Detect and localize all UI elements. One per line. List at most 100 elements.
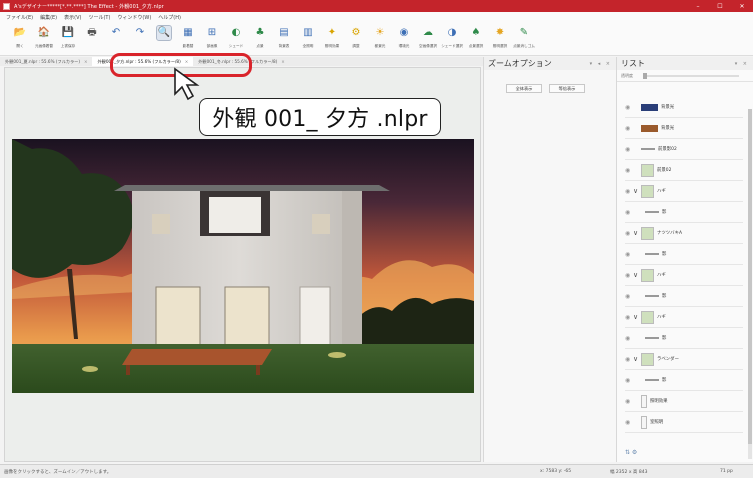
layer-label: 室照明: [650, 420, 664, 425]
toolbar-button-light[interactable]: ▥ 全照明: [296, 26, 320, 49]
close-icon[interactable]: ×: [84, 59, 88, 64]
actual-size-button[interactable]: 等倍表示: [549, 84, 585, 93]
tree-select-icon: ♠: [471, 27, 481, 38]
eye-icon[interactable]: ◉: [625, 314, 633, 321]
toolbar-button-background[interactable]: ▤ 背景表: [272, 26, 296, 49]
layer-list: ◉ 背景光 ◉ 背景光 ◉ 前景影02 ◉ 前景02 ◉ ∨ ハギ ◉ 影 ◉ ∨ ナツツバキA ◉ 影 ◉ ∨ ハギ ◉…: [625, 97, 743, 433]
layer-scrollbar[interactable]: [748, 109, 752, 459]
toolbar-button-shade-select[interactable]: ◑ シェード選択: [440, 26, 464, 49]
toolbar-button-ambient[interactable]: ◉ 環境光: [392, 26, 416, 49]
layer-item[interactable]: ◉ ∨ ハギ: [625, 307, 743, 328]
eye-icon[interactable]: ◉: [625, 398, 633, 405]
layer-item[interactable]: ◉ 影: [625, 286, 743, 307]
layer-item[interactable]: ◉ ∨ ハギ: [625, 181, 743, 202]
toolbar-button-shadow[interactable]: ▦ 影着替: [176, 26, 200, 49]
scroll-thumb[interactable]: [748, 109, 752, 444]
status-size: 幅 2352 x 高 843: [610, 469, 648, 475]
eye-icon[interactable]: ◉: [625, 209, 633, 216]
eraser-icon: ✎: [519, 27, 529, 38]
layer-item[interactable]: ◉ 背景光: [625, 97, 743, 118]
eye-icon[interactable]: ◉: [625, 230, 633, 237]
layer-label: 前景影02: [658, 147, 677, 152]
shadow-line-icon: [645, 379, 659, 381]
eye-icon[interactable]: ◉: [625, 251, 633, 258]
layer-tools-icons[interactable]: ⇅ ⚙: [625, 449, 637, 456]
layer-thumbnail: [641, 184, 654, 198]
eye-icon[interactable]: ◉: [625, 146, 633, 153]
picture-swap-icon: 🏠: [37, 27, 51, 38]
menu-help[interactable]: ヘルプ(H): [158, 14, 181, 21]
layer-item[interactable]: ◉ 影: [625, 328, 743, 349]
toolbar-button-undo[interactable]: ↶: [104, 26, 128, 43]
eye-icon[interactable]: ◉: [625, 293, 633, 300]
toolbar-button-adjust[interactable]: ⚙ 調整: [344, 26, 368, 49]
toolbar-label: 調整: [352, 43, 360, 48]
eye-icon[interactable]: ◉: [625, 188, 633, 195]
zoom-icon: 🔍: [156, 25, 172, 41]
layer-item[interactable]: ◉ 影: [625, 202, 743, 223]
toolbar-button-eraser[interactable]: ✎ 点景消しゴム: [512, 26, 536, 49]
toolbar-button-zoom[interactable]: 🔍: [152, 25, 176, 43]
eye-icon[interactable]: ◉: [625, 272, 633, 279]
eye-icon[interactable]: ◉: [625, 356, 633, 363]
slider-knob[interactable]: [643, 72, 647, 79]
menu-view[interactable]: 表示(V): [64, 14, 81, 21]
tree-icon: ♣: [255, 27, 265, 38]
chevron-down-icon[interactable]: ∨: [633, 355, 641, 363]
toolbar-button-picture-swap[interactable]: 🏠 元画像着替: [32, 26, 56, 49]
close-icon[interactable]: ×: [281, 59, 285, 64]
fit-view-button[interactable]: 全体表示: [506, 84, 542, 93]
layer-item[interactable]: ◉ 影: [625, 244, 743, 265]
eye-icon[interactable]: ◉: [625, 419, 633, 426]
toolbar-button-light-effect[interactable]: ✦ 照明効果: [320, 26, 344, 49]
layer-item[interactable]: ◉ ∨ ハギ: [625, 265, 743, 286]
toolbar-button-folder-open[interactable]: 📂 開く: [8, 26, 32, 49]
shadow-icon: ▦: [183, 27, 193, 38]
minimize-button[interactable]: –: [687, 0, 709, 12]
light-select-icon: ✸: [495, 27, 505, 38]
layer-item[interactable]: ◉ 室照明: [625, 412, 743, 433]
toolbar-button-light-select[interactable]: ✸ 照明選択: [488, 26, 512, 49]
eye-icon[interactable]: ◉: [625, 125, 633, 132]
toolbar-button-sky-select[interactable]: ☁ 空画像選択: [416, 26, 440, 49]
rendered-house-image[interactable]: [12, 139, 474, 393]
background-icon: ▤: [279, 27, 289, 38]
panel-controls[interactable]: ▾ ◂ ×: [590, 61, 612, 67]
window-title: A'sデザイナー*****[*.**.****] The Effect - 外観…: [14, 3, 164, 10]
tab-summer[interactable]: 外観001_夏.nlpr : 55.6% (フルカラー) ×: [0, 57, 92, 66]
layer-item[interactable]: ◉ 前景02: [625, 160, 743, 181]
toolbar-button-tree[interactable]: ♣ 点景: [248, 26, 272, 49]
toolbar-button-shade[interactable]: ◐ シェード: [224, 26, 248, 49]
maximize-button[interactable]: ☐: [709, 0, 731, 12]
eye-icon[interactable]: ◉: [625, 167, 633, 174]
chevron-down-icon[interactable]: ∨: [633, 229, 641, 237]
menu-file[interactable]: ファイル(E): [6, 14, 33, 21]
menu-window[interactable]: ウィンドウ(W): [117, 14, 151, 21]
opacity-slider[interactable]: [643, 72, 739, 79]
layer-item[interactable]: ◉ 影: [625, 370, 743, 391]
menu-edit[interactable]: 編集(E): [40, 14, 57, 21]
menu-tools[interactable]: ツール(T): [88, 14, 110, 21]
layer-item[interactable]: ◉ 前景影02: [625, 139, 743, 160]
layer-item[interactable]: ◉ 照明効果: [625, 391, 743, 412]
eye-icon[interactable]: ◉: [625, 335, 633, 342]
chevron-down-icon[interactable]: ∨: [633, 313, 641, 321]
eye-icon[interactable]: ◉: [625, 377, 633, 384]
chevron-down-icon[interactable]: ∨: [633, 187, 641, 195]
layer-item[interactable]: ◉ ∨ ラベンダー: [625, 349, 743, 370]
layer-item[interactable]: ◉ ∨ ナツツバキA: [625, 223, 743, 244]
chevron-down-icon[interactable]: ∨: [633, 271, 641, 279]
toolbar-button-redo[interactable]: ↷: [128, 26, 152, 43]
eye-icon[interactable]: ◉: [625, 104, 633, 111]
toolbar-button-sunlight[interactable]: ☀ 都景光: [368, 26, 392, 49]
layer-item[interactable]: ◉ 背景光: [625, 118, 743, 139]
save-icon: 💾: [61, 27, 75, 38]
toolbar-button-print[interactable]: 🖶: [80, 26, 104, 43]
toolbar-button-save[interactable]: 💾 上書保存: [56, 26, 80, 49]
toolbar-button-grid-image[interactable]: ⊞ 部画像: [200, 26, 224, 49]
panel-controls[interactable]: ▾ ×: [735, 61, 749, 67]
toolbar-label: 影着替: [182, 43, 194, 48]
toolbar-label: 都景光: [374, 43, 386, 48]
close-button[interactable]: ✕: [731, 0, 753, 12]
toolbar-button-tree-select[interactable]: ♠ 点景選択: [464, 26, 488, 49]
